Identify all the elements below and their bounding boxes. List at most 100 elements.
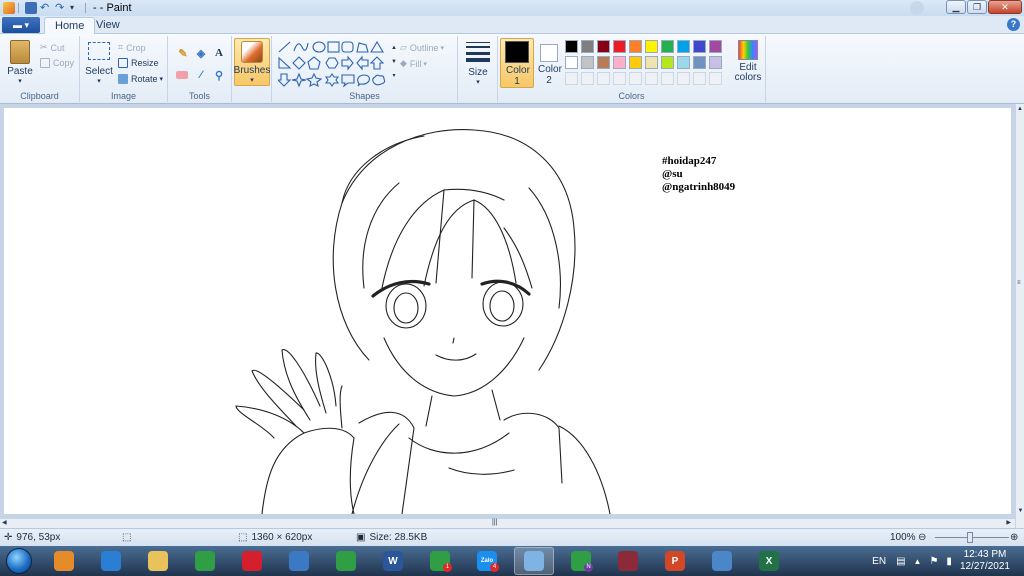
scroll-left-icon[interactable]: ◀ <box>2 519 7 526</box>
palette-swatch[interactable] <box>613 40 626 53</box>
palette-empty-swatch[interactable] <box>565 72 578 85</box>
flag-icon[interactable]: ⚑ <box>929 556 938 567</box>
outline-button[interactable]: ▱ Outline ▾ <box>400 42 444 53</box>
taskbar-media-player[interactable] <box>44 547 84 575</box>
pentagon-shape-icon[interactable] <box>307 56 321 70</box>
zoom-slider[interactable] <box>935 532 1009 543</box>
shapes-scroll-icon[interactable]: ▲ ▼ ▾ <box>390 41 398 85</box>
scroll-up-icon[interactable]: ▲ <box>1016 106 1024 112</box>
palette-swatch[interactable] <box>645 40 658 53</box>
palette-empty-swatch[interactable] <box>613 72 626 85</box>
palette-empty-swatch[interactable] <box>693 72 706 85</box>
file-menu-button[interactable]: ▬ ▾ <box>2 17 40 33</box>
palette-empty-swatch[interactable] <box>597 72 610 85</box>
oval-shape-icon[interactable] <box>312 41 326 53</box>
palette-empty-swatch[interactable] <box>677 72 690 85</box>
fill-button[interactable]: ◆ Fill ▾ <box>400 58 427 69</box>
palette-swatch[interactable] <box>661 40 674 53</box>
palette-swatch[interactable] <box>597 40 610 53</box>
palette-swatch[interactable] <box>613 56 626 69</box>
triangle-shape-icon[interactable] <box>370 41 384 53</box>
cloud-callout-shape-icon[interactable] <box>372 74 386 86</box>
color1-button[interactable]: Color 1 <box>500 38 534 88</box>
palette-swatch[interactable] <box>581 56 594 69</box>
palette-swatch[interactable] <box>629 56 642 69</box>
network-icon[interactable]: ▮ <box>946 556 952 567</box>
rectangular-callout-shape-icon[interactable] <box>341 74 355 88</box>
palette-swatch[interactable] <box>597 56 610 69</box>
start-button[interactable] <box>6 548 32 574</box>
taskbar-control-panel[interactable] <box>702 547 742 575</box>
taskbar-powerpoint[interactable]: P <box>655 547 695 575</box>
notification-icon[interactable]: ▤ <box>896 556 905 567</box>
palette-swatch[interactable] <box>709 56 722 69</box>
palette-swatch[interactable] <box>645 56 658 69</box>
left-arrow-shape-icon[interactable] <box>356 55 369 71</box>
rotate-button[interactable]: Rotate ▾ <box>118 74 163 84</box>
curve-shape-icon[interactable] <box>293 42 309 52</box>
select-button[interactable]: Select ▾ <box>84 42 114 85</box>
down-arrow-shape-icon[interactable] <box>278 73 292 87</box>
save-icon[interactable] <box>25 2 37 14</box>
right-arrow-shape-icon[interactable] <box>341 55 354 71</box>
taskbar-word[interactable]: W <box>373 547 413 575</box>
size-button[interactable]: Size ▾ <box>462 40 494 86</box>
redo-icon[interactable]: ↷ <box>55 2 67 14</box>
rectangle-shape-icon[interactable] <box>327 41 340 53</box>
crop-button[interactable]: ⌗ Crop <box>118 42 146 53</box>
taskbar-chrome-profile[interactable] <box>326 547 366 575</box>
fill-bucket-icon[interactable]: ◈ <box>194 46 208 60</box>
right-triangle-shape-icon[interactable] <box>278 56 292 69</box>
palette-swatch[interactable] <box>693 40 706 53</box>
palette-swatch[interactable] <box>565 40 578 53</box>
palette-swatch[interactable] <box>581 40 594 53</box>
zoom-in-icon[interactable]: ⊕ <box>1010 532 1018 543</box>
taskbar-chrome-profile-n[interactable]: N <box>561 547 601 575</box>
oval-callout-shape-icon[interactable] <box>357 74 370 87</box>
taskbar-chrome[interactable] <box>185 547 225 575</box>
palette-swatch[interactable] <box>693 56 706 69</box>
up-arrow-shape-icon[interactable] <box>369 56 385 70</box>
customize-quick-access-icon[interactable]: ▾ <box>70 2 82 14</box>
palette-empty-swatch[interactable] <box>629 72 642 85</box>
six-point-star-shape-icon[interactable] <box>324 73 340 87</box>
taskbar-paint[interactable] <box>514 547 554 575</box>
scroll-right-icon[interactable]: ▶ <box>1006 519 1011 526</box>
scroll-down-icon[interactable]: ▼ <box>1016 508 1024 514</box>
palette-swatch[interactable] <box>565 56 578 69</box>
palette-empty-swatch[interactable] <box>581 72 594 85</box>
drawing-canvas[interactable]: #hoidap247 @su @ngatrinh8049 <box>4 108 1011 514</box>
restore-button[interactable]: ❐ <box>967 0 987 14</box>
palette-empty-swatch[interactable] <box>645 72 658 85</box>
zoom-slider-thumb[interactable] <box>967 532 973 543</box>
magnifier-icon[interactable]: ⚲ <box>212 68 226 82</box>
palette-swatch[interactable] <box>709 40 722 53</box>
taskbar-zalo[interactable]: Zalo 4 <box>467 547 507 575</box>
horizontal-scrollbar[interactable]: ◀ ||| ▶ <box>0 518 1015 528</box>
hexagon-shape-icon[interactable] <box>325 57 339 69</box>
text-tool-icon[interactable]: A <box>212 46 226 60</box>
minimize-button[interactable]: ▁ <box>946 0 966 14</box>
brushes-button[interactable]: Brushes ▾ <box>234 38 270 86</box>
palette-swatch[interactable] <box>677 56 690 69</box>
palette-empty-swatch[interactable] <box>709 72 722 85</box>
tab-view[interactable]: View <box>86 17 130 35</box>
scroll-thumb[interactable]: ≡ <box>1017 280 1023 286</box>
scroll-thumb[interactable]: ||| <box>492 519 497 526</box>
palette-swatch[interactable] <box>677 40 690 53</box>
taskbar-chrome-profile-2[interactable]: 1 <box>420 547 460 575</box>
copy-button[interactable]: Copy <box>40 58 74 68</box>
zoom-out-icon[interactable]: ⊖ <box>918 532 926 543</box>
shapes-gallery[interactable] <box>278 41 390 89</box>
taskbar-opera[interactable] <box>232 547 272 575</box>
eraser-icon[interactable] <box>176 71 188 79</box>
color2-button[interactable]: Color 2 <box>538 38 562 86</box>
line-shape-icon[interactable] <box>278 41 291 53</box>
pencil-icon[interactable]: ✎ <box>176 46 190 60</box>
taskbar-winrar[interactable] <box>608 547 648 575</box>
resize-button[interactable]: Resize <box>118 58 159 68</box>
edit-colors-button[interactable]: Edit colors <box>732 40 764 83</box>
vertical-scrollbar[interactable]: ▲ ≡ ▼ <box>1015 104 1024 528</box>
diamond-shape-icon[interactable] <box>292 56 306 70</box>
taskbar-excel[interactable]: X <box>749 547 789 575</box>
